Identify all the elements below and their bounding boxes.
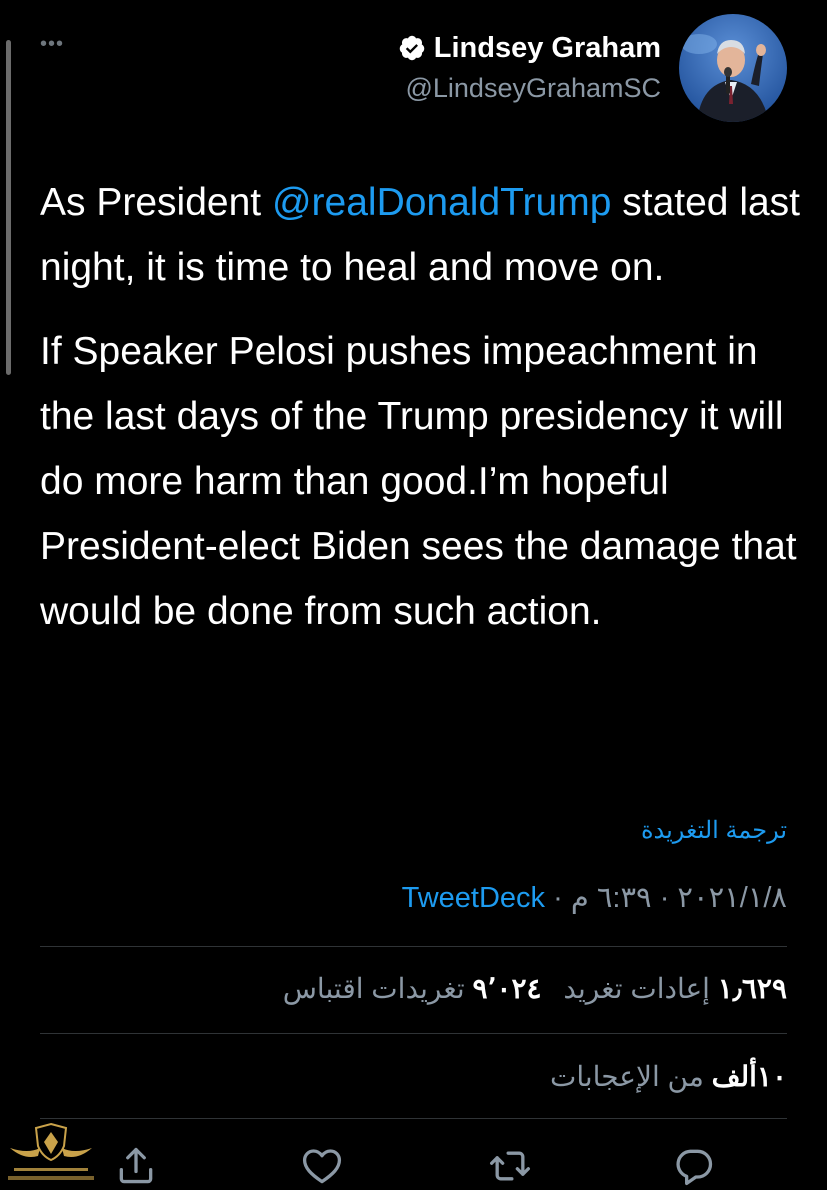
retweet-icon[interactable] [488, 1144, 532, 1188]
author-names: Lindsey Graham @LindseyGrahamSC [398, 30, 661, 106]
share-icon[interactable] [114, 1144, 158, 1188]
divider [40, 1033, 787, 1034]
more-dots-icon[interactable]: ••• [40, 34, 64, 54]
divider [40, 1118, 787, 1119]
retweets-label: إعادات تغريد [563, 973, 710, 1004]
mention-link[interactable]: @realDonaldTrump [272, 181, 611, 224]
tweet-text: As President @realDonaldTrump stated las… [40, 170, 800, 663]
likes-stat[interactable]: ١٠ألف من الإعجابات [550, 1060, 787, 1093]
tweet-metadata: ٢٠٢١/١/٨ · ٦:٣٩ م · TweetDeck [402, 880, 787, 915]
tweet-date: ٢٠٢١/١/٨ [677, 882, 787, 914]
author-display-name[interactable]: Lindsey Graham [434, 30, 661, 66]
retweets-stat[interactable]: ١٫٦٢٩ إعادات تغريد [563, 973, 787, 1004]
scrollbar[interactable] [6, 40, 11, 375]
tweet-paragraph-1: As President @realDonaldTrump stated las… [40, 170, 800, 300]
tweet-time: ٦:٣٩ م [570, 882, 652, 914]
author-handle[interactable]: @LindseyGrahamSC [398, 70, 661, 106]
likes-label: من الإعجابات [550, 1061, 704, 1092]
likes-count: ١٠ألف [711, 1061, 787, 1092]
tweet-text-prefix: As President [40, 181, 272, 224]
tweet-paragraph-2: If Speaker Pelosi pushes impeachment in … [40, 330, 797, 633]
meta-separator: · [545, 882, 571, 914]
avatar[interactable] [679, 14, 787, 122]
retweets-count: ١٫٦٢٩ [717, 973, 787, 1004]
tweet-detail-page: ••• Lindsey Graham @LindseyGrahamSC As P… [0, 0, 827, 1190]
verified-badge-icon [399, 35, 424, 61]
divider [40, 946, 787, 947]
tweet-action-bar [0, 1140, 827, 1190]
avatar-photo [679, 14, 787, 122]
tweet-author-header: Lindsey Graham @LindseyGrahamSC [398, 14, 787, 122]
quotes-count: ٩٬٠٢٤ [472, 973, 542, 1004]
like-icon[interactable] [300, 1144, 344, 1188]
reply-icon[interactable] [672, 1144, 716, 1188]
tweet-source-link[interactable]: TweetDeck [402, 882, 545, 914]
engagement-stats: ١٫٦٢٩ إعادات تغريد ٩٬٠٢٤ تغريدات اقتباس [269, 972, 787, 1005]
translate-tweet-link[interactable]: ترجمة التغريدة [641, 816, 787, 845]
quotes-stat[interactable]: ٩٬٠٢٤ تغريدات اقتباس [283, 973, 542, 1004]
quotes-label: تغريدات اقتباس [282, 973, 465, 1004]
name-row: Lindsey Graham [398, 30, 661, 66]
meta-separator: · [651, 882, 678, 914]
